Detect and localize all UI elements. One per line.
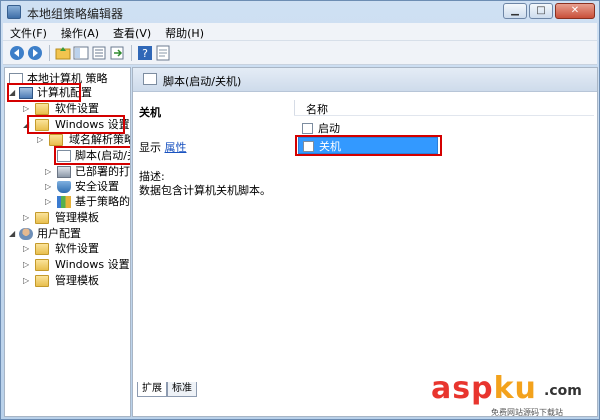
toolbar: ? (3, 41, 597, 65)
site-watermark: aspku .com 免费网站源码下载站 (431, 371, 591, 417)
shield-icon (57, 181, 71, 193)
details-header: 脚本(启动/关机) (133, 68, 597, 92)
title-bar[interactable]: 本地组策略编辑器 ▁ □ ✕ (1, 1, 599, 23)
folder-icon (49, 134, 63, 146)
tree-item-label: Windows 设置 (55, 258, 130, 271)
minimize-button[interactable]: ▁ (503, 3, 527, 19)
toolbar-divider (131, 45, 132, 61)
menu-view[interactable]: 查看(V) (106, 23, 158, 40)
properties-link[interactable]: 属性 (165, 141, 187, 154)
folder-icon (35, 275, 49, 287)
watermark-domain: .com (544, 383, 582, 399)
forward-arrow-icon[interactable] (27, 45, 43, 61)
collapsed-triangle-icon[interactable]: ▷ (23, 210, 29, 226)
description-panel: 关机 显示 属性 描述: 数据包含计算机关机脚本。 (133, 92, 293, 392)
script-doc-icon (143, 73, 157, 85)
refresh-icon[interactable] (109, 45, 125, 61)
watermark-logo: aspku (431, 371, 537, 406)
toolbar-divider (49, 45, 50, 61)
highlight-box (54, 146, 130, 165)
highlight-box (27, 115, 125, 134)
watermark-subtitle: 免费网站源码下载站 (491, 408, 563, 417)
app-icon (7, 5, 21, 19)
maximize-button[interactable]: □ (529, 3, 553, 19)
tree-item-label: 管理模板 (55, 274, 99, 287)
tree-item-label: 已部署的打印 (75, 165, 130, 178)
printer-icon (57, 166, 71, 178)
column-header-name[interactable]: 名称 (294, 98, 594, 116)
column-header-label: 名称 (306, 103, 328, 116)
menu-bar: 文件(F) 操作(A) 查看(V) 帮助(H) (3, 23, 597, 41)
window-controls: ▁ □ ✕ (503, 3, 595, 19)
menu-action[interactable]: 操作(A) (54, 23, 106, 40)
bar-chart-icon (57, 196, 71, 208)
tree-item-label: 基于策略的 Q (75, 195, 130, 208)
user-icon (19, 228, 33, 240)
folder-icon (35, 243, 49, 255)
export-list-icon[interactable] (91, 45, 107, 61)
collapsed-triangle-icon[interactable]: ▷ (23, 273, 29, 289)
menu-file[interactable]: 文件(F) (3, 23, 54, 40)
folder-icon (35, 103, 49, 115)
collapsed-triangle-icon[interactable]: ▷ (37, 132, 43, 148)
show-properties-line: 显示 属性 (139, 139, 187, 155)
highlight-box (7, 83, 81, 102)
properties-icon[interactable] (155, 45, 171, 61)
tree-item-label: 安全设置 (75, 180, 119, 193)
details-header-title: 脚本(启动/关机) (163, 75, 242, 88)
folder-icon (35, 259, 49, 271)
back-arrow-icon[interactable] (9, 45, 25, 61)
close-button[interactable]: ✕ (555, 3, 595, 19)
window-title: 本地组策略编辑器 (27, 7, 124, 21)
help-icon[interactable]: ? (137, 45, 153, 61)
highlight-box (295, 135, 442, 156)
tree-item-label: 软件设置 (55, 242, 99, 255)
show-hide-tree-icon[interactable] (73, 45, 89, 61)
script-list[interactable]: 名称 启动 关机 (294, 92, 597, 382)
collapsed-triangle-icon[interactable]: ▷ (45, 179, 51, 195)
tree-pane[interactable]: 本地计算机 策略 ◢ 计算机配置 ▷ 软件设置 ◢ Windows 设置 ▷ 域… (4, 67, 131, 417)
tree-item-label: 管理模板 (55, 211, 99, 224)
script-doc-icon (302, 123, 313, 134)
up-folder-icon[interactable] (55, 45, 71, 61)
collapsed-triangle-icon[interactable]: ▷ (45, 194, 51, 210)
show-label: 显示 (139, 141, 161, 154)
collapsed-triangle-icon[interactable]: ▷ (45, 164, 51, 180)
description-text: 数据包含计算机关机脚本。 (139, 184, 271, 197)
collapsed-triangle-icon[interactable]: ▷ (23, 241, 29, 257)
expanded-triangle-icon[interactable]: ◢ (9, 226, 15, 242)
collapsed-triangle-icon[interactable]: ▷ (23, 257, 29, 273)
group-policy-editor-window: 本地组策略编辑器 ▁ □ ✕ 文件(F) 操作(A) 查看(V) 帮助(H) ?… (0, 0, 600, 420)
section-title: 关机 (139, 106, 161, 119)
svg-text:?: ? (142, 47, 148, 60)
menu-help[interactable]: 帮助(H) (158, 23, 211, 40)
tree-item-label: 用户配置 (37, 227, 81, 240)
tab-standard[interactable]: 标准 (167, 382, 197, 397)
details-pane: 脚本(启动/关机) 关机 显示 属性 描述: 数据包含计算机关机脚本。 名称 启… (132, 67, 598, 417)
tab-extended[interactable]: 扩展 (137, 382, 167, 397)
folder-icon (35, 212, 49, 224)
